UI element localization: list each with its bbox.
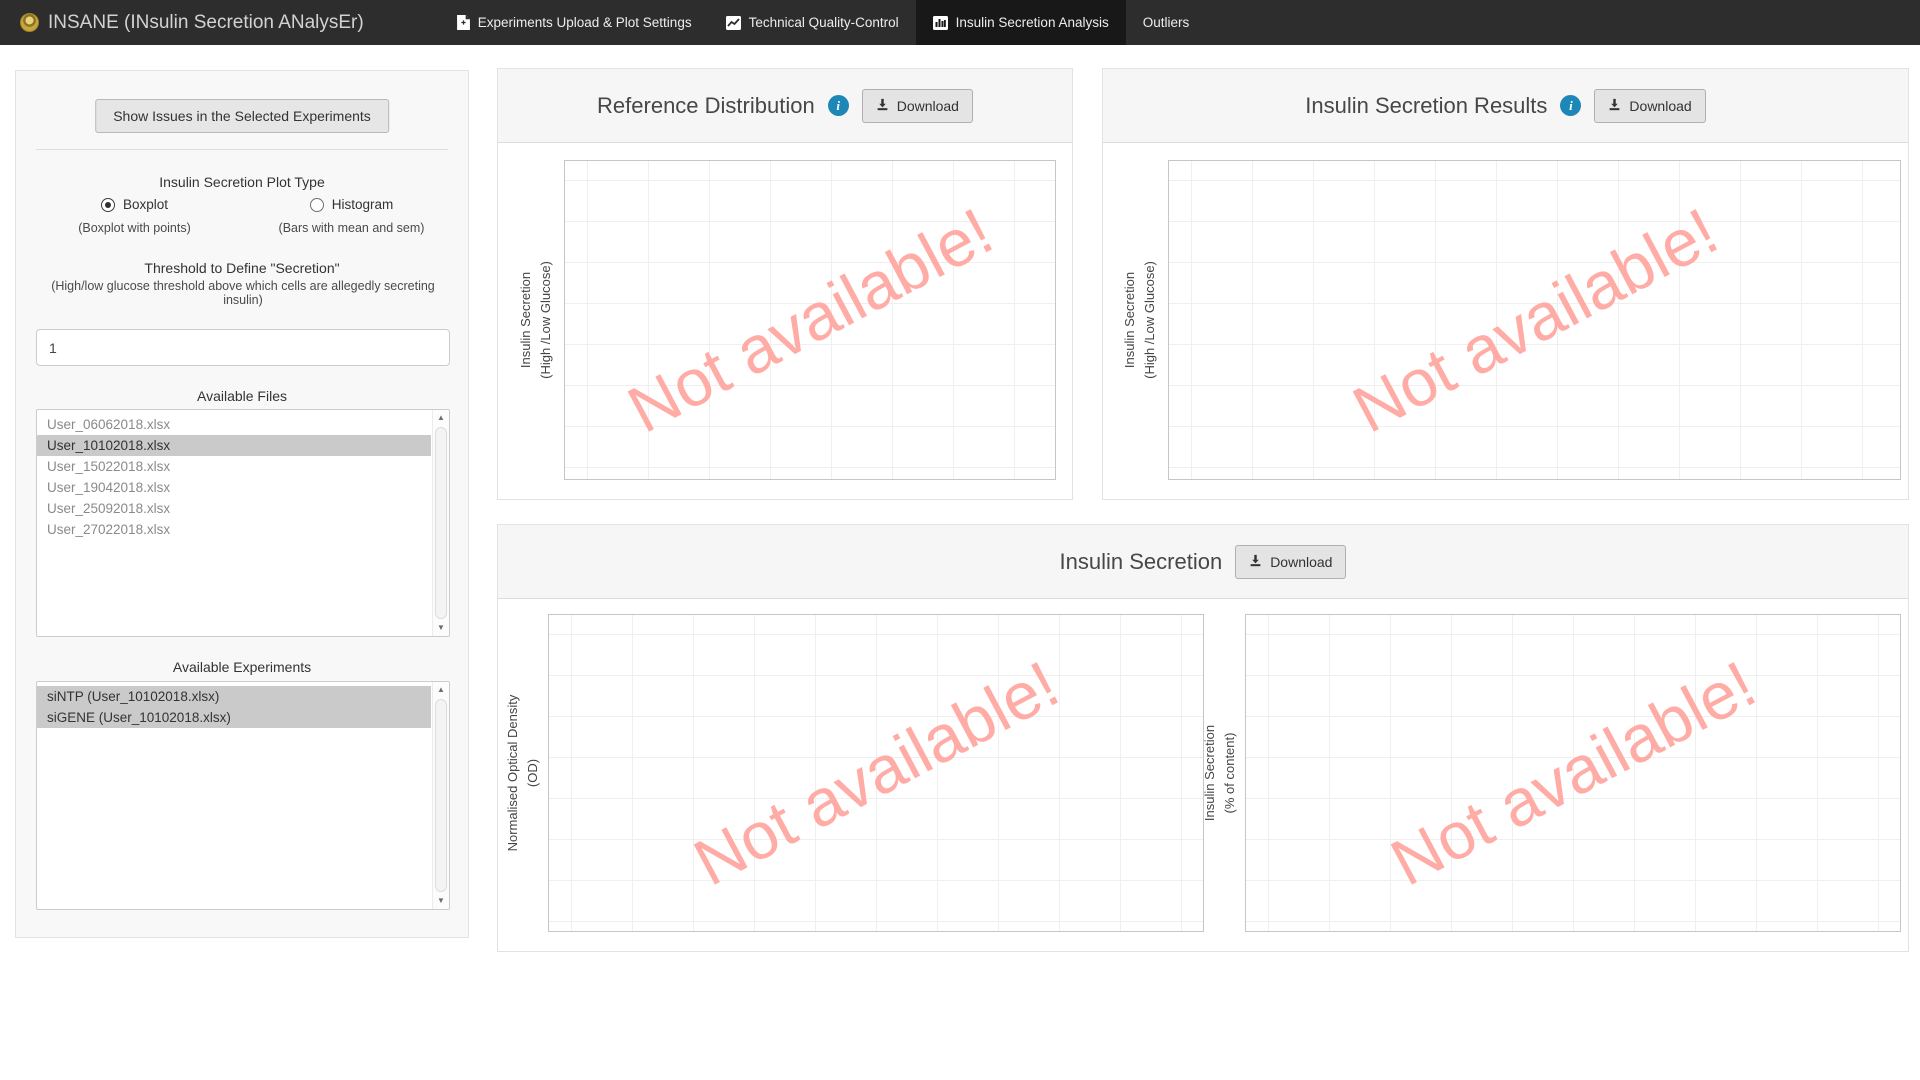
info-icon[interactable]: i	[828, 95, 849, 116]
list-item[interactable]: User_06062018.xlsx	[37, 414, 431, 435]
insulin-secretion-results-plot: Not available!	[1168, 160, 1901, 480]
app-logo-icon	[20, 13, 39, 32]
panel-title: Insulin Secretion Results	[1305, 93, 1547, 119]
download-label: Download	[1629, 98, 1691, 114]
y-axis-label: Insulin Secretion (% of content)	[1200, 614, 1240, 932]
tab-outliers[interactable]: Outliers	[1126, 0, 1207, 45]
list-item[interactable]: User_10102018.xlsx	[37, 435, 431, 456]
panel-title: Reference Distribution	[597, 93, 815, 119]
list-item[interactable]: User_15022018.xlsx	[37, 456, 431, 477]
tab-label: Technical Quality-Control	[749, 15, 899, 30]
list-item[interactable]: User_19042018.xlsx	[37, 477, 431, 498]
plot-type-radio-group: Boxplot Histogram (Boxplot with points) …	[26, 197, 460, 235]
radio-histogram[interactable]: Histogram	[243, 197, 460, 212]
download-icon	[876, 98, 889, 114]
normalised-od-plot: Not available!	[548, 614, 1204, 932]
list-item[interactable]: User_25092018.xlsx	[37, 498, 431, 519]
scroll-up-icon[interactable]: ▲	[433, 410, 449, 426]
insulin-secretion-results-header: Insulin Secretion Results i Download	[1103, 69, 1908, 143]
files-list-scrollbar[interactable]: ▲ ▼	[432, 410, 449, 636]
app-title: INSANE (INsulin Secretion ANalysEr)	[48, 12, 364, 34]
radio-histogram-label: Histogram	[332, 197, 394, 212]
radio-histogram-icon[interactable]	[310, 198, 324, 212]
y-axis-label: Insulin Secretion (High /Low Glucose)	[1120, 160, 1160, 480]
available-experiments-label: Available Experiments	[16, 659, 468, 675]
download-button[interactable]: Download	[1594, 89, 1705, 123]
threshold-label: Threshold to Define "Secretion"	[16, 260, 468, 276]
radio-boxplot-label: Boxplot	[123, 197, 168, 212]
tab-label: Outliers	[1143, 15, 1190, 30]
tab-label: Insulin Secretion Analysis	[956, 15, 1109, 30]
file-icon	[457, 15, 470, 30]
reference-distribution-plot: Not available!	[564, 160, 1056, 480]
radio-boxplot[interactable]: Boxplot	[26, 197, 243, 212]
navbar: INSANE (INsulin Secretion ANalysEr) Expe…	[0, 0, 1920, 45]
download-button[interactable]: Download	[1235, 545, 1346, 579]
tab-technical-qc[interactable]: Technical Quality-Control	[709, 0, 916, 45]
tab-label: Experiments Upload & Plot Settings	[478, 15, 692, 30]
scroll-up-icon[interactable]: ▲	[433, 682, 449, 698]
histogram-caption: (Bars with mean and sem)	[243, 221, 460, 235]
not-available-watermark: Not available!	[682, 646, 1071, 901]
not-available-watermark: Not available!	[1379, 646, 1768, 901]
tab-insulin-secretion-analysis[interactable]: Insulin Secretion Analysis	[916, 0, 1126, 45]
download-button[interactable]: Download	[862, 89, 973, 123]
percent-content-plot: Not available!	[1245, 614, 1901, 932]
download-icon	[1249, 554, 1262, 570]
line-chart-icon	[726, 16, 741, 30]
plot-type-label: Insulin Secretion Plot Type	[16, 174, 468, 190]
reference-distribution-header: Reference Distribution i Download	[498, 69, 1072, 143]
list-item[interactable]: siNTP (User_10102018.xlsx)	[37, 686, 431, 707]
available-experiments-list[interactable]: siNTP (User_10102018.xlsx) siGENE (User_…	[36, 681, 450, 910]
reference-distribution-panel: Reference Distribution i Download Insuli…	[497, 68, 1073, 500]
scroll-down-icon[interactable]: ▼	[433, 620, 449, 636]
download-label: Download	[897, 98, 959, 114]
insulin-secretion-panel: Insulin Secretion Download Normalised Op…	[497, 524, 1909, 952]
download-icon	[1608, 98, 1621, 114]
nav-tabs: Experiments Upload & Plot Settings Techn…	[440, 0, 1207, 45]
tab-experiments-upload[interactable]: Experiments Upload & Plot Settings	[440, 0, 709, 45]
y-axis-label: Normalised Optical Density (OD)	[503, 614, 543, 932]
experiments-list-scrollbar[interactable]: ▲ ▼	[432, 682, 449, 909]
app-brand: INSANE (INsulin Secretion ANalysEr)	[0, 0, 382, 45]
list-item[interactable]: User_27022018.xlsx	[37, 519, 431, 540]
not-available-watermark: Not available!	[616, 193, 1005, 448]
scrollbar-thumb[interactable]	[435, 699, 447, 892]
y-axis-label: Insulin Secretion (High /Low Glucose)	[516, 160, 556, 480]
not-available-watermark: Not available!	[1340, 193, 1729, 448]
sidebar-panel: Show Issues in the Selected Experiments …	[15, 70, 469, 938]
threshold-input[interactable]	[36, 329, 450, 366]
panel-title: Insulin Secretion	[1060, 549, 1223, 575]
scrollbar-thumb[interactable]	[435, 427, 447, 619]
download-label: Download	[1270, 554, 1332, 570]
info-icon[interactable]: i	[1560, 95, 1581, 116]
available-files-label: Available Files	[16, 388, 468, 404]
list-item[interactable]: siGENE (User_10102018.xlsx)	[37, 707, 431, 728]
show-issues-button[interactable]: Show Issues in the Selected Experiments	[95, 99, 389, 133]
threshold-caption: (High/low glucose threshold above which …	[43, 279, 443, 307]
sidebar-divider	[36, 149, 448, 150]
boxplot-caption: (Boxplot with points)	[26, 221, 243, 235]
insulin-secretion-results-panel: Insulin Secretion Results i Download Ins…	[1102, 68, 1909, 500]
scroll-down-icon[interactable]: ▼	[433, 893, 449, 909]
radio-boxplot-icon[interactable]	[101, 198, 115, 212]
insulin-secretion-header: Insulin Secretion Download	[498, 525, 1908, 599]
bar-chart-icon	[933, 16, 948, 30]
available-files-list[interactable]: User_06062018.xlsx User_10102018.xlsx Us…	[36, 409, 450, 637]
